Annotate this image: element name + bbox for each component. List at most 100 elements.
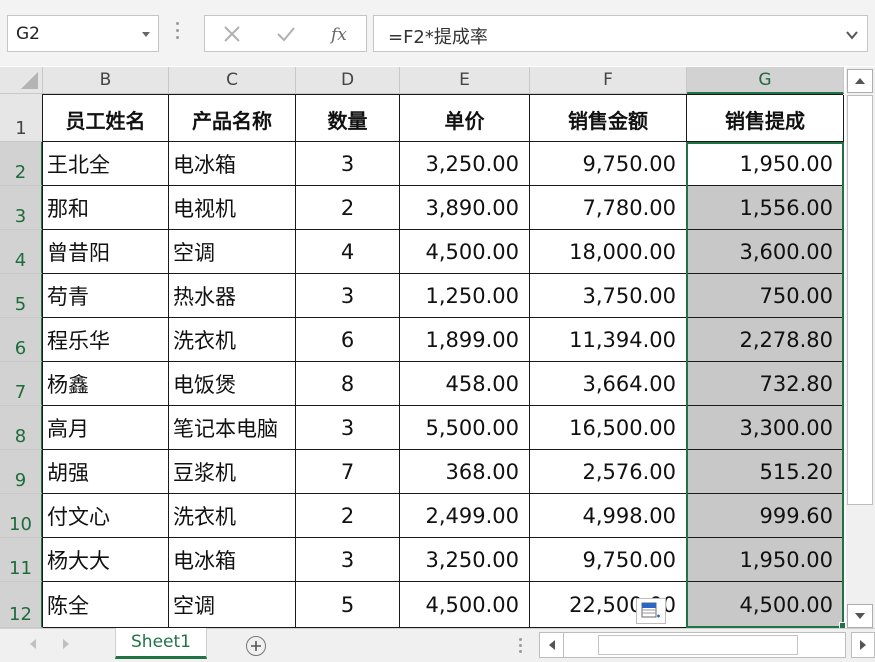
table-cell[interactable]: 3	[296, 538, 400, 582]
row-header-2[interactable]: 2	[0, 142, 43, 186]
header-cell[interactable]: 数量	[296, 95, 400, 142]
table-cell[interactable]: 3	[296, 406, 400, 450]
vertical-scroll-thumb[interactable]	[847, 95, 873, 505]
table-cell[interactable]: 5,500.00	[400, 406, 530, 450]
column-header-f[interactable]: F	[530, 67, 687, 94]
selected-cell[interactable]: 515.20	[687, 450, 844, 494]
header-cell[interactable]: 员工姓名	[43, 95, 169, 142]
formula-bar-resize-handle[interactable]	[176, 22, 180, 44]
row-header-10[interactable]: 10	[0, 494, 43, 538]
row-header-1[interactable]: 1	[0, 94, 43, 142]
scroll-right-button[interactable]	[851, 632, 875, 658]
table-cell[interactable]: 2	[296, 494, 400, 538]
table-cell[interactable]: 5	[296, 582, 400, 628]
scroll-left-button[interactable]	[540, 633, 564, 657]
header-cell[interactable]: 销售金额	[530, 95, 687, 142]
table-cell[interactable]: 7	[296, 450, 400, 494]
table-cell[interactable]: 9,750.00	[530, 538, 687, 582]
table-cell[interactable]: 王北全	[43, 142, 169, 186]
table-cell[interactable]: 4,500.00	[400, 582, 530, 628]
selected-cell[interactable]: 999.60	[687, 494, 844, 538]
table-cell[interactable]: 付文心	[43, 494, 169, 538]
row-header-3[interactable]: 3	[0, 186, 43, 230]
chevron-down-icon[interactable]	[142, 32, 150, 37]
table-cell[interactable]: 9,750.00	[530, 142, 687, 186]
table-cell[interactable]: 3,890.00	[400, 186, 530, 230]
selected-cell[interactable]: 2,278.80	[687, 318, 844, 362]
vertical-scrollbar[interactable]	[846, 67, 875, 628]
row-header-9[interactable]: 9	[0, 450, 43, 494]
table-cell[interactable]: 高月	[43, 406, 169, 450]
row-header-8[interactable]: 8	[0, 406, 43, 450]
sheet-tab-sheet1[interactable]: Sheet1	[115, 628, 207, 659]
column-header-d[interactable]: D	[296, 67, 400, 94]
table-cell[interactable]: 空调	[169, 230, 296, 274]
scroll-down-button[interactable]	[847, 604, 873, 628]
table-cell[interactable]: 热水器	[169, 274, 296, 318]
selected-cell[interactable]: 3,300.00	[687, 406, 844, 450]
table-cell[interactable]: 1,250.00	[400, 274, 530, 318]
active-cell[interactable]: 1,950.00	[687, 142, 844, 186]
selected-cell[interactable]: 1,950.00	[687, 538, 844, 582]
auto-fill-options-button[interactable]	[636, 598, 666, 624]
tab-split-handle[interactable]	[519, 638, 522, 656]
header-cell[interactable]: 产品名称	[169, 95, 296, 142]
table-cell[interactable]: 那和	[43, 186, 169, 230]
next-sheet-icon[interactable]	[63, 639, 69, 649]
table-cell[interactable]: 胡强	[43, 450, 169, 494]
column-header-c[interactable]: C	[169, 67, 296, 94]
previous-sheet-icon[interactable]	[30, 639, 36, 649]
table-cell[interactable]: 洗衣机	[169, 494, 296, 538]
header-cell[interactable]: 销售提成	[687, 95, 844, 142]
selected-cell[interactable]: 732.80	[687, 362, 844, 406]
checkmark-icon[interactable]	[273, 22, 299, 46]
row-header-7[interactable]: 7	[0, 362, 43, 406]
table-cell[interactable]: 4,500.00	[400, 230, 530, 274]
scroll-up-button[interactable]	[847, 69, 873, 93]
table-cell[interactable]: 4,998.00	[530, 494, 687, 538]
row-header-4[interactable]: 4	[0, 230, 43, 274]
table-cell[interactable]: 3	[296, 142, 400, 186]
table-cell[interactable]: 杨大大	[43, 538, 169, 582]
select-all-corner[interactable]	[0, 67, 43, 94]
table-cell[interactable]: 2	[296, 186, 400, 230]
table-cell[interactable]: 3	[296, 274, 400, 318]
selected-cell[interactable]: 1,556.00	[687, 186, 844, 230]
table-cell[interactable]: 458.00	[400, 362, 530, 406]
add-sheet-button[interactable]	[246, 636, 266, 656]
table-cell[interactable]: 3,750.00	[530, 274, 687, 318]
selected-cell[interactable]: 4,500.00	[687, 582, 844, 628]
column-header-g[interactable]: G	[687, 67, 844, 94]
table-cell[interactable]: 苟青	[43, 274, 169, 318]
table-cell[interactable]: 4	[296, 230, 400, 274]
row-header-11[interactable]: 11	[0, 538, 43, 582]
table-cell[interactable]: 368.00	[400, 450, 530, 494]
table-cell[interactable]: 3,250.00	[400, 142, 530, 186]
table-cell[interactable]: 6	[296, 318, 400, 362]
expand-formula-chevron-icon[interactable]	[845, 27, 859, 46]
table-cell[interactable]: 陈全	[43, 582, 169, 628]
table-cell[interactable]: 16,500.00	[530, 406, 687, 450]
table-cell[interactable]: 电视机	[169, 186, 296, 230]
table-cell[interactable]: 空调	[169, 582, 296, 628]
table-cell[interactable]: 电冰箱	[169, 538, 296, 582]
table-cell[interactable]: 杨鑫	[43, 362, 169, 406]
table-cell[interactable]: 洗衣机	[169, 318, 296, 362]
table-cell[interactable]: 1,899.00	[400, 318, 530, 362]
table-cell[interactable]: 2,499.00	[400, 494, 530, 538]
table-cell[interactable]: 2,576.00	[530, 450, 687, 494]
table-cell[interactable]: 3,664.00	[530, 362, 687, 406]
table-cell[interactable]: 程乐华	[43, 318, 169, 362]
table-cell[interactable]: 笔记本电脑	[169, 406, 296, 450]
table-cell[interactable]: 3,250.00	[400, 538, 530, 582]
table-cell[interactable]: 11,394.00	[530, 318, 687, 362]
table-cell[interactable]: 电冰箱	[169, 142, 296, 186]
table-cell[interactable]: 8	[296, 362, 400, 406]
column-header-e[interactable]: E	[400, 67, 530, 94]
column-header-b[interactable]: B	[43, 67, 169, 94]
table-cell[interactable]: 豆浆机	[169, 450, 296, 494]
selected-cell[interactable]: 3,600.00	[687, 230, 844, 274]
selected-cell[interactable]: 750.00	[687, 274, 844, 318]
horizontal-scroll-thumb[interactable]	[598, 635, 798, 655]
fx-icon[interactable]: fx	[327, 22, 353, 46]
